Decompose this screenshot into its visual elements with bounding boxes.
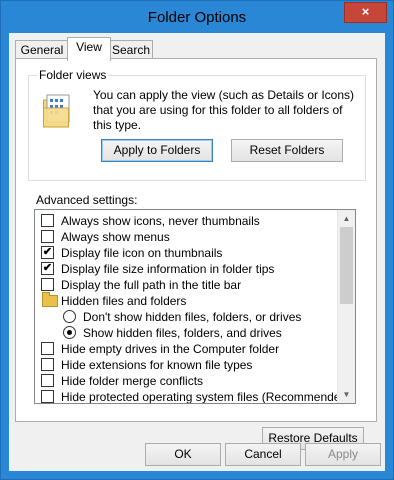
advanced-settings-label: Advanced settings: [36,193,138,207]
scroll-thumb[interactable] [340,227,353,304]
apply-to-folders-button[interactable]: Apply to Folders [101,139,213,162]
list-scrollbar[interactable]: ▲ ▼ [337,210,355,403]
setting-label: Always show menus [61,230,170,244]
setting-label: Don't show hidden files, folders, or dri… [83,310,302,324]
window-title: Folder Options [147,9,247,26]
checkbox-unchecked[interactable] [41,390,54,403]
ok-button[interactable]: OK [145,443,221,466]
checkbox-unchecked[interactable] [41,230,54,243]
setting-label: Display file size information in folder … [61,262,275,276]
checkbox-unchecked[interactable] [41,214,54,227]
folder-views-group: Folder views You can apply the view (suc… [28,68,366,181]
folder-icon [42,292,58,307]
scroll-up-icon[interactable]: ▲ [338,210,355,227]
reset-folders-button[interactable]: Reset Folders [231,139,343,162]
setting-label: Hide folder merge conflicts [61,374,204,388]
setting-label: Hide extensions for known file types [61,358,253,372]
checkbox-unchecked[interactable] [41,374,54,387]
checkbox-checked[interactable]: ✔ [41,246,54,259]
tab-search[interactable]: Search [109,40,153,60]
folder-options-window: Folder Options × General View Search Fol… [0,0,394,480]
setting-label: Show hidden files, folders, and drives [83,326,282,340]
setting-label: Hide empty drives in the Computer folder [61,342,280,356]
view-tab-panel: Folder views You can apply the view (suc… [15,58,377,450]
folder-views-label: Folder views [37,68,109,82]
setting-label: Hidden files and folders [61,294,187,308]
close-button[interactable]: × [344,2,387,23]
checkbox-unchecked[interactable] [41,358,54,371]
checkbox-unchecked[interactable] [41,342,54,355]
folder-view-icon [43,94,70,128]
setting-label: Always show icons, never thumbnails [61,214,260,228]
setting-label: Hide protected operating system files (R… [61,390,352,404]
cancel-button[interactable]: Cancel [225,443,301,466]
checkbox-checked[interactable]: ✔ [41,262,54,275]
title-bar[interactable]: Folder Options × [1,1,393,33]
radio-dot [67,330,72,335]
scroll-down-icon[interactable]: ▼ [338,386,355,403]
setting-label: Display file icon on thumbnails [61,246,223,260]
tab-general[interactable]: General [15,40,69,60]
setting-label: Display the full path in the title bar [61,278,242,292]
radio-selected[interactable] [63,326,76,339]
advanced-settings-list[interactable]: Always show icons, never thumbnails Alway… [34,209,356,404]
apply-button[interactable]: Apply [305,443,381,466]
checkbox-unchecked[interactable] [41,278,54,291]
folder-views-description: You can apply the view (such as Details … [93,88,355,132]
dialog-client-area: General View Search Folder views You can… [9,33,385,471]
radio-unselected[interactable] [63,310,76,323]
tab-view[interactable]: View [67,37,111,61]
